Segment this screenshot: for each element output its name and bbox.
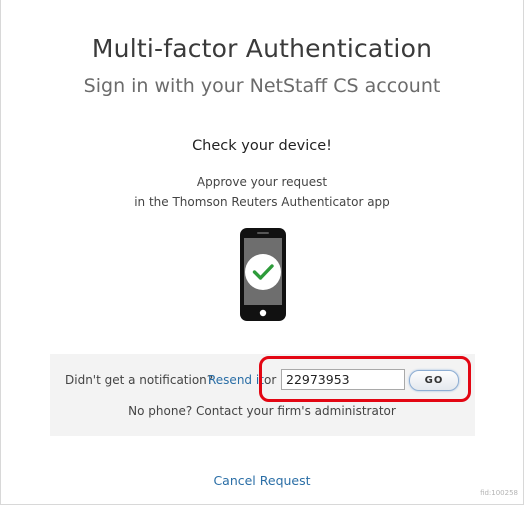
page-subtitle: Sign in with your NetStaff CS account xyxy=(83,75,441,97)
notification-prompt: Didn't get a notification? xyxy=(65,373,214,387)
fid-label: fid:100258 xyxy=(480,489,518,497)
approve-line-1: Approve your request xyxy=(196,175,328,189)
cancel-request-link: Cancel Request xyxy=(0,473,524,488)
page-title: Multi-factor Authentication xyxy=(91,34,433,63)
check-device-heading: Check your device! xyxy=(192,138,332,154)
approve-instructions: Approve your request in the Thomson Reut… xyxy=(0,172,524,212)
highlight-outline xyxy=(259,356,471,402)
no-phone-text: No phone? Contact your firm's administra… xyxy=(128,404,396,418)
resend-link[interactable]: Resend it xyxy=(208,373,264,387)
phone-check-icon xyxy=(239,227,287,322)
approve-line-2: in the Thomson Reuters Authenticator app xyxy=(134,195,390,209)
cancel-request-label[interactable]: Cancel Request xyxy=(213,473,310,488)
